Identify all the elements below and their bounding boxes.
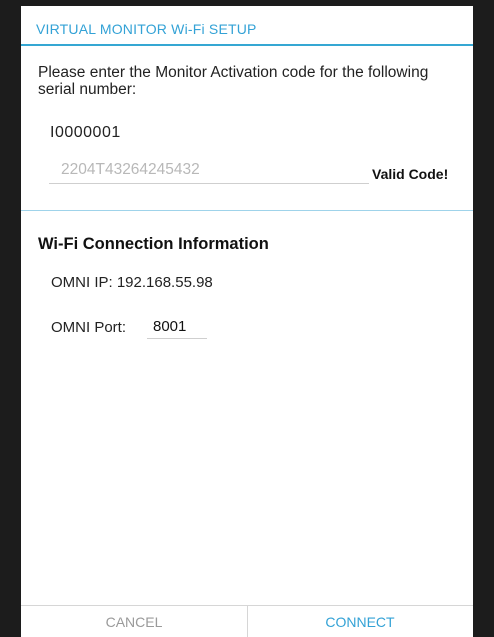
device-frame-right (473, 0, 494, 637)
section-divider (21, 210, 473, 211)
setup-dialog: VIRTUAL MONITOR Wi-Fi SETUP Please enter… (21, 6, 473, 637)
validation-status: Valid Code! (372, 166, 449, 182)
dialog-title: VIRTUAL MONITOR Wi-Fi SETUP (36, 21, 257, 37)
device-frame-left (0, 0, 21, 637)
wifi-section-header: Wi-Fi Connection Information (38, 235, 269, 253)
activation-prompt: Please enter the Monitor Activation code… (38, 64, 429, 98)
dialog-button-bar: CANCEL CONNECT (21, 605, 473, 637)
connect-button[interactable]: CONNECT (247, 606, 473, 637)
dialog-title-bar: VIRTUAL MONITOR Wi-Fi SETUP (21, 6, 473, 46)
serial-number: I0000001 (50, 124, 121, 141)
omni-port-field[interactable] (147, 314, 207, 339)
activation-code-field[interactable] (49, 156, 369, 184)
omni-ip-text: OMNI IP: 192.168.55.98 (51, 274, 213, 291)
omni-port-label: OMNI Port: (51, 319, 127, 336)
cancel-button[interactable]: CANCEL (21, 606, 247, 637)
